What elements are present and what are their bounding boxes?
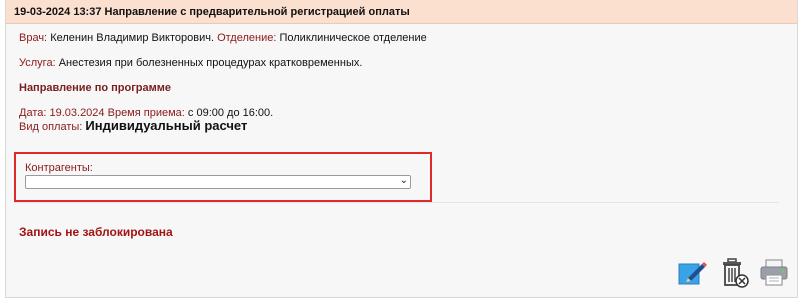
doctor-line: Врач: Келенин Владимир Викторович. Отдел… [19,32,427,44]
contractors-label: Контрагенты: [25,162,93,174]
department-value: Поликлиническое отделение [279,32,427,44]
contractors-select[interactable]: ⌄ [25,175,411,189]
print-icon [760,259,788,286]
panel-header: 19-03-2024 13:37 Направление с предварит… [6,0,797,24]
panel-title: 19-03-2024 13:37 Направление с предварит… [14,6,410,18]
edit-icon [678,262,707,285]
referral-panel: 19-03-2024 13:37 Направление с предварит… [5,0,798,298]
lock-status: Запись не заблокирована [19,225,173,239]
edit-button[interactable] [676,257,708,289]
department-label: Отделение: [217,32,277,44]
payment-value: Индивидуальный расчет [85,118,248,133]
service-value: Анестезия при болезненных процедурах кра… [58,57,363,69]
delete-icon [723,258,749,288]
doctor-value: Келенин Владимир Викторович. [50,32,215,44]
program-title: Направление по программе [19,82,172,94]
payment-label: Вид оплаты: [19,121,83,133]
chevron-down-icon: ⌄ [399,175,408,186]
payment-line: Вид оплаты: Индивидуальный расчет [19,118,247,133]
service-line: Услуга: Анестезия при болезненных процед… [19,57,362,69]
delete-button[interactable] [718,257,750,289]
contractors-box: Контрагенты: ⌄ [14,152,432,202]
service-label: Услуга: [19,57,56,69]
doctor-label: Врач: [19,32,48,44]
print-button[interactable] [758,257,790,289]
divider [14,202,779,203]
